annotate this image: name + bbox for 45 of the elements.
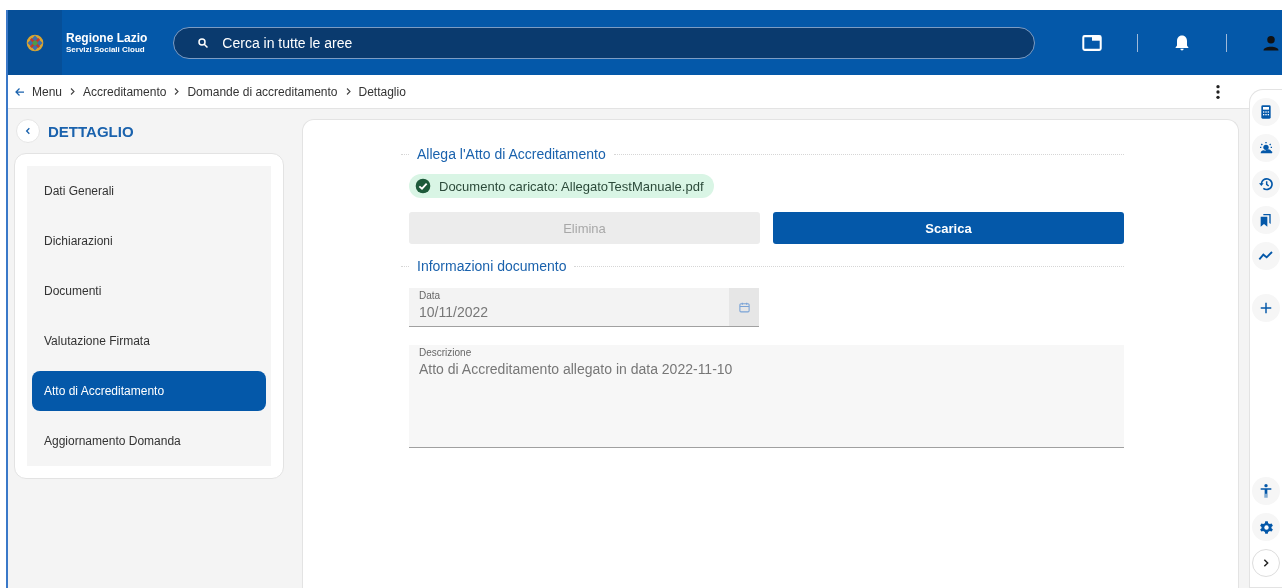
field-label: Descrizione (419, 347, 473, 358)
breadcrumb-link[interactable]: Accreditamento (83, 84, 167, 99)
chevron-icon (172, 87, 182, 96)
sun-cloud-icon (1258, 140, 1274, 156)
history-icon (1258, 176, 1274, 192)
search-icon (197, 36, 210, 49)
field-value: 10/11/2022 (419, 304, 490, 320)
calendar-icon (737, 300, 751, 314)
tool-button[interactable] (1252, 134, 1280, 162)
sidebar-item[interactable]: Aggiornamento Domanda (32, 416, 266, 466)
breadcrumb-link[interactable]: Domande di accreditamento (187, 84, 338, 99)
sidebar-item[interactable]: Documenti (32, 266, 266, 316)
action-button[interactable]: Scarica (773, 212, 1124, 244)
search-field[interactable]: Cerca in tutte le aree (173, 26, 1036, 59)
sidebar-title: DETTAGLIO (48, 122, 134, 140)
bookmarks-icon (1258, 212, 1274, 228)
calculator-icon (1258, 104, 1274, 120)
field-label: Data (419, 290, 442, 301)
brand-title: Regione Lazio (66, 31, 148, 45)
back-arrow-icon[interactable] (14, 85, 26, 98)
section-title: Allega l'Atto di Accreditamento (417, 146, 606, 162)
breadcrumb-link[interactable]: Dettaglio (358, 84, 406, 99)
plus-icon (1259, 301, 1273, 315)
tool-button[interactable] (1252, 98, 1280, 126)
settings-button[interactable] (1252, 513, 1280, 541)
sidebar-item[interactable]: Dati Generali (32, 166, 266, 216)
chevron-icon (68, 87, 78, 96)
settings-icon (1258, 519, 1274, 535)
tool-button[interactable] (1252, 242, 1280, 270)
check-circle-icon (415, 178, 431, 194)
sidebar-item[interactable]: Valutazione Firmata (32, 316, 266, 366)
upload-status: Documento caricato: AllegatoTestManuale.pdf (409, 174, 714, 198)
chevron-left-icon (24, 127, 32, 135)
brand-subtitle: Servizi Sociali Cloud (66, 45, 146, 54)
accessibility-button[interactable] (1252, 477, 1280, 505)
add-button[interactable] (1252, 294, 1280, 322)
field-value: Atto di Accreditamento allegato in data 2022-11-10 (419, 361, 734, 377)
breadcrumb-link[interactable]: Menu (32, 84, 63, 99)
tool-button[interactable] (1252, 206, 1280, 234)
emblem-icon (25, 32, 45, 53)
sidebar-item[interactable]: Atto di Accreditamento (32, 371, 266, 411)
section-title: Informazioni documento (417, 258, 567, 274)
tool-button[interactable] (1252, 170, 1280, 198)
sidebar-item[interactable]: Dichiarazioni (32, 216, 266, 266)
chevron-right-icon (1261, 558, 1271, 568)
